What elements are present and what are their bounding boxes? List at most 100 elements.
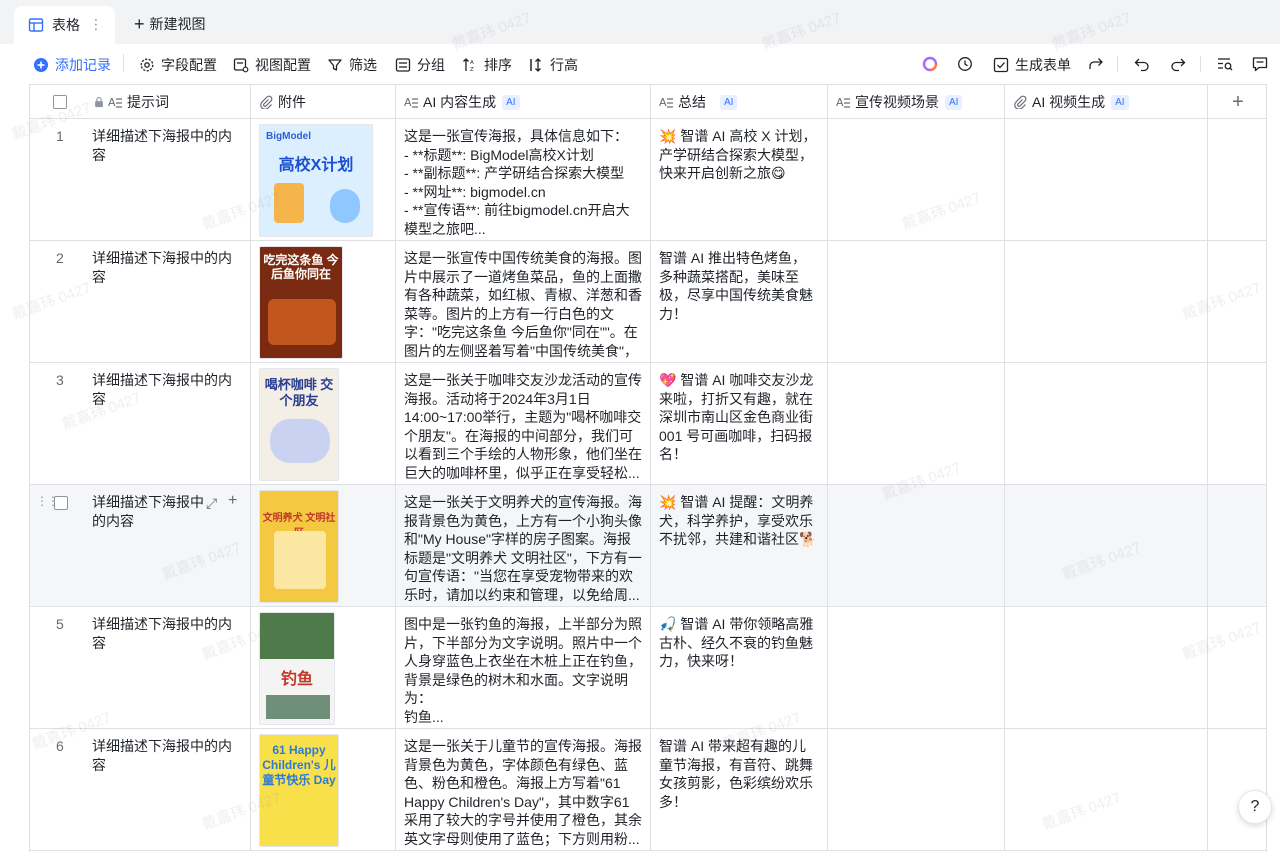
ai-content-cell[interactable]: 这是一张宣传中国传统美食的海报。图片中展示了一道烤鱼菜品，鱼的上面撒有各种蔬菜，… [396, 241, 651, 362]
history-icon[interactable] [956, 55, 974, 73]
add-circle-icon [34, 58, 48, 72]
video-scene-cell[interactable] [828, 607, 1005, 728]
view-config-button[interactable]: 视图配置 [233, 55, 311, 75]
row-number: 2 [56, 250, 64, 266]
summary-text: 🎣 智谱 AI 带你领略高雅古朴、经久不衰的钓鱼魅力，快来呀！ [659, 616, 814, 670]
tab-more-icon[interactable]: ⋮ [89, 16, 103, 33]
ai-content-cell[interactable]: 这是一张宣传海报，具体信息如下： - **标题**: BigModel高校X计划… [396, 119, 651, 240]
prompt-cell[interactable]: ⋮⋮ 详细描述下海报中的内容 ⤢ + [30, 485, 251, 606]
svg-text:A: A [108, 96, 116, 109]
attachment-cell[interactable]: 吃完这条鱼 今后鱼你同在 [251, 241, 396, 362]
ai-video-cell[interactable] [1005, 485, 1208, 606]
search-list-icon[interactable] [1216, 55, 1234, 73]
video-scene-cell[interactable] [828, 363, 1005, 484]
row-height-button[interactable]: 行高 [528, 55, 578, 75]
video-scene-cell[interactable] [828, 485, 1005, 606]
summary-cell[interactable]: 💥 智谱 AI 高校 X 计划，产学研结合探索大模型，快来开启创新之旅😋 [651, 119, 828, 240]
column-header-summary[interactable]: A 总结 AI [651, 85, 828, 119]
undo-icon[interactable] [1133, 55, 1151, 73]
new-view-button[interactable]: + 新建视图 [134, 14, 206, 34]
ai-video-cell[interactable] [1005, 607, 1208, 728]
thumb-photo [266, 695, 330, 719]
poster-thumbnail[interactable]: 吃完这条鱼 今后鱼你同在 [259, 246, 343, 359]
column-header-attachment[interactable]: 附件 [251, 85, 396, 119]
filter-button[interactable]: 筛选 [327, 55, 377, 75]
expand-icon[interactable]: ⤢ [206, 495, 217, 512]
prompt-cell[interactable]: 2 详细描述下海报中的内容 [30, 241, 251, 362]
prompt-cell[interactable]: 5 详细描述下海报中的内容 [30, 607, 251, 728]
row-number: 1 [56, 128, 64, 144]
attachment-cell[interactable]: 61 Happy Children's 儿童节快乐 Day [251, 729, 396, 850]
poster-thumbnail[interactable]: 钓鱼 [259, 612, 335, 725]
summary-cell[interactable]: 💖 智谱 AI 咖啡交友沙龙来啦，打折又有趣，就在深圳市南山区金色商业街 001… [651, 363, 828, 484]
ai-content-text: 这是一张关于儿童节的宣传海报。海报背景色为黄色，字体颜色有绿色、蓝色、粉色和橙色… [404, 738, 642, 847]
column-title-ai-video: AI 视频生成 [1032, 94, 1106, 110]
prompt-text: 详细描述下海报中的内容 [92, 738, 232, 773]
ai-assistant-icon[interactable] [921, 55, 939, 73]
summary-cell[interactable]: 💥 智谱 AI 提醒：文明养犬，科学养护，享受欢乐不扰邻，共建和谐社区🐕 [651, 485, 828, 606]
column-header-ai-video[interactable]: AI 视频生成 AI [1005, 85, 1208, 119]
toolbar-divider [1117, 56, 1118, 72]
attachment-cell[interactable]: 文明养犬 文明社区 [251, 485, 396, 606]
sort-button[interactable]: AZ 排序 [462, 55, 512, 75]
svg-text:A: A [659, 96, 667, 109]
comment-icon[interactable] [1251, 55, 1269, 73]
table-row[interactable]: 2 详细描述下海报中的内容 吃完这条鱼 今后鱼你同在 这是一张宣传中国传统美食的… [30, 241, 1266, 363]
ai-content-cell[interactable]: 这是一张关于文明养犬的宣传海报。海报背景色为黄色，上方有一个小狗头像和"My H… [396, 485, 651, 606]
prompt-cell[interactable]: 3 详细描述下海报中的内容 [30, 363, 251, 484]
attachment-cell[interactable]: 喝杯咖啡 交个朋友 [251, 363, 396, 484]
summary-cell[interactable]: 🎣 智谱 AI 带你领略高雅古朴、经久不衰的钓鱼魅力，快来呀！ [651, 607, 828, 728]
toolbar-divider [1200, 56, 1201, 72]
video-scene-cell[interactable] [828, 119, 1005, 240]
ai-video-cell[interactable] [1005, 241, 1208, 362]
row-checkbox[interactable] [54, 496, 68, 510]
generate-form-button[interactable]: 生成表单 [993, 55, 1071, 75]
table-row[interactable]: ⋮⋮ 详细描述下海报中的内容 ⤢ + 文明养犬 文明社区 这是一张关于文明养犬的… [30, 485, 1266, 607]
ai-video-cell[interactable] [1005, 729, 1208, 850]
prompt-cell[interactable]: 1 详细描述下海报中的内容 [30, 119, 251, 240]
attachment-cell[interactable]: BigModel 高校X计划 [251, 119, 396, 240]
ai-video-cell[interactable] [1005, 363, 1208, 484]
help-button[interactable]: ? [1238, 790, 1272, 824]
column-header-ai-content[interactable]: A AI 内容生成 AI [396, 85, 651, 119]
prompt-cell[interactable]: 6 详细描述下海报中的内容 [30, 729, 251, 850]
poster-thumbnail[interactable]: BigModel 高校X计划 [259, 124, 373, 237]
add-row-icon[interactable]: + [228, 492, 237, 510]
summary-cell[interactable]: 智谱 AI 带来超有趣的儿童节海报，有音符、跳舞女孩剪影，色彩缤纷欢乐多！ [651, 729, 828, 850]
poster-thumbnail[interactable]: 61 Happy Children's 儿童节快乐 Day [259, 734, 339, 847]
poster-thumbnail[interactable]: 文明养犬 文明社区 [259, 490, 339, 603]
group-button[interactable]: 分组 [395, 55, 445, 75]
video-scene-cell[interactable] [828, 241, 1005, 362]
table-row[interactable]: 3 详细描述下海报中的内容 喝杯咖啡 交个朋友 这是一张关于咖啡交友沙龙活动的宣… [30, 363, 1266, 485]
summary-text: 💥 智谱 AI 高校 X 计划，产学研结合探索大模型，快来开启创新之旅😋 [659, 128, 817, 182]
field-config-button[interactable]: 字段配置 [139, 55, 217, 75]
add-record-button[interactable]: 添加记录 [33, 55, 111, 75]
column-header-video-scene[interactable]: A 宣传视频场景 AI [828, 85, 1005, 119]
group-label: 分组 [417, 57, 445, 73]
row-number: 5 [56, 616, 64, 632]
table-row[interactable]: 6 详细描述下海报中的内容 61 Happy Children's 儿童节快乐 … [30, 729, 1266, 851]
table-row[interactable]: 5 详细描述下海报中的内容 钓鱼 图中是一张钓鱼的海报，上半部分为照片，下半部分… [30, 607, 1266, 729]
redo-icon[interactable] [1169, 55, 1187, 73]
ai-content-cell[interactable]: 这是一张关于儿童节的宣传海报。海报背景色为黄色，字体颜色有绿色、蓝色、粉色和橙色… [396, 729, 651, 850]
summary-text: 智谱 AI 带来超有趣的儿童节海报，有音符、跳舞女孩剪影，色彩缤纷欢乐多！ [659, 738, 813, 810]
add-column-button[interactable]: + [1208, 85, 1266, 119]
ai-content-cell[interactable]: 图中是一张钓鱼的海报，上半部分为照片，下半部分为文字说明。照片中一个人身穿蓝色上… [396, 607, 651, 728]
thumb-illustration [270, 419, 330, 463]
ai-video-cell[interactable] [1005, 119, 1208, 240]
column-header-prompt[interactable]: A 提示词 [30, 85, 251, 119]
select-all-checkbox[interactable] [53, 95, 67, 109]
table-row[interactable]: 1 详细描述下海报中的内容 BigModel 高校X计划 这是一张宣传海报，具体… [30, 119, 1266, 241]
tab-table[interactable]: 表格 ⋮ [14, 6, 115, 44]
tab-table-label: 表格 [52, 17, 80, 33]
video-scene-cell[interactable] [828, 729, 1005, 850]
paperclip-icon [260, 95, 273, 109]
thumb-title: 喝杯咖啡 交个朋友 [264, 377, 334, 408]
text-field-icon: A [659, 96, 673, 109]
poster-thumbnail[interactable]: 喝杯咖啡 交个朋友 [259, 368, 339, 481]
share-icon[interactable] [1087, 55, 1105, 73]
ai-content-cell[interactable]: 这是一张关于咖啡交友沙龙活动的宣传海报。活动将于2024年3月1日14:00~1… [396, 363, 651, 484]
sort-icon: AZ [463, 58, 474, 73]
summary-cell[interactable]: 智谱 AI 推出特色烤鱼，多种蔬菜搭配，美味至极，尽享中国传统美食魅力！ [651, 241, 828, 362]
attachment-cell[interactable]: 钓鱼 [251, 607, 396, 728]
